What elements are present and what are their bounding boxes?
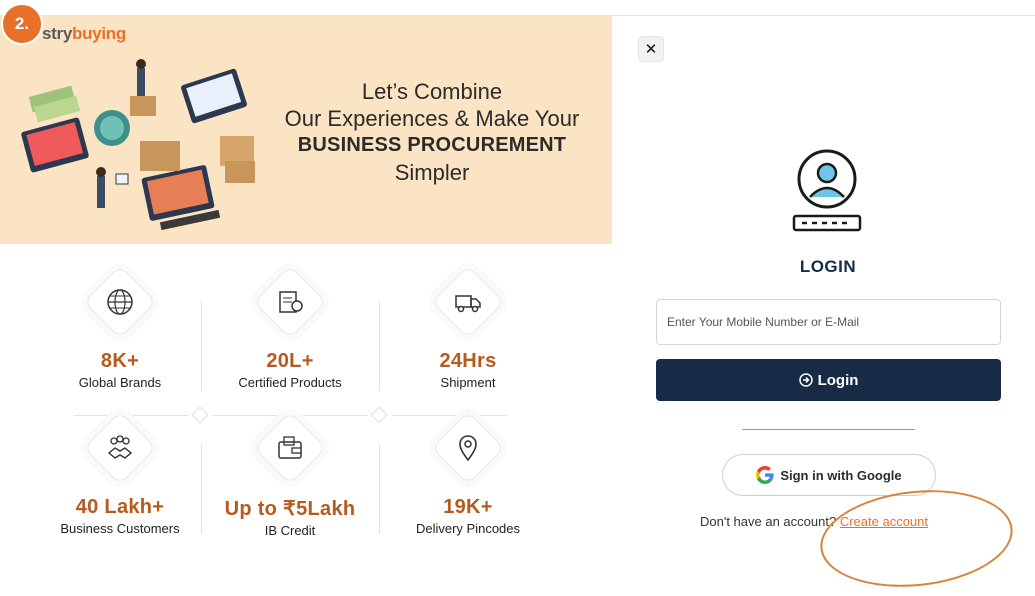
stat-label: Business Customers (60, 521, 180, 536)
stats-grid: 8K+ Global Brands 20L+ Certified Product… (40, 265, 540, 566)
stat-value: 24Hrs (439, 350, 497, 372)
banner-line-4: Simpler (394, 160, 470, 185)
step-badge: 2. (1, 3, 43, 45)
divider (379, 301, 380, 391)
stat-value: Up to ₹5Lakh (224, 498, 356, 520)
handshake-icon (83, 411, 157, 485)
stat-value: 40 Lakh+ (75, 496, 165, 518)
globe-icon (83, 265, 157, 339)
login-arrow-icon (798, 373, 813, 387)
stat-business-customers: 40 Lakh+ Business Customers (40, 411, 200, 536)
stat-ib-credit: Up to ₹5Lakh IB Credit (210, 411, 370, 538)
stat-delivery-pincodes: 19K+ Delivery Pincodes (388, 411, 548, 536)
stat-label: IB Credit (264, 523, 316, 538)
cropped-icon-row (20, 576, 610, 584)
stat-certified-products: 20L+ Certified Products (210, 265, 370, 390)
mobile-email-input[interactable] (656, 299, 1001, 345)
stat-global-brands: 8K+ Global Brands (40, 265, 200, 390)
banner-line-2: Our Experiences & Make Your (284, 106, 580, 131)
truck-icon (431, 265, 505, 339)
divider-diamond (370, 406, 388, 424)
promo-banner: strybuying Let’s Combine Our Experiences… (0, 16, 612, 244)
stat-label: Delivery Pincodes (415, 521, 521, 536)
divider (392, 415, 507, 416)
google-button-label: Sign in with Google (780, 467, 902, 483)
close-icon[interactable]: ✕ (638, 36, 664, 62)
divider (379, 444, 380, 534)
login-title: LOGIN (799, 257, 857, 276)
google-signin-button[interactable]: Sign in with Google (722, 454, 936, 496)
brand-logo-part2: buying (72, 24, 126, 43)
wallet-icon (253, 411, 327, 485)
login-button-label: Login (817, 371, 859, 389)
certified-doc-icon (253, 265, 327, 339)
stat-label: Certified Products (238, 375, 342, 390)
google-icon (756, 466, 774, 484)
browser-top-edge (0, 0, 1035, 16)
brand-logo: strybuying (42, 24, 126, 44)
divider-diamond (191, 406, 209, 424)
banner-line-1: Let’s Combine (361, 79, 503, 104)
stat-value: 19K+ (443, 496, 493, 518)
login-button[interactable]: Login (656, 359, 1001, 401)
brand-logo-part1: stry (42, 24, 72, 43)
stat-value: 8K+ (100, 350, 140, 372)
divider (742, 429, 915, 430)
stat-label: Global Brands (78, 375, 162, 390)
procurement-illustration (21, 59, 255, 231)
user-avatar-icon (792, 149, 862, 232)
stat-label: Shipment (440, 375, 496, 390)
promo-panel: strybuying Let’s Combine Our Experiences… (0, 16, 612, 590)
stat-value: 20L+ (266, 350, 314, 372)
divider (201, 444, 202, 534)
divider (74, 415, 189, 416)
stat-shipment: 24Hrs Shipment (388, 265, 548, 390)
banner-line-3: BUSINESS PROCUREMENT (297, 134, 567, 156)
location-pin-icon (431, 411, 505, 485)
banner-headline: Let’s Combine Our Experiences & Make You… (262, 78, 602, 186)
divider (201, 301, 202, 391)
no-account-text: Don't have an account? (700, 514, 837, 529)
